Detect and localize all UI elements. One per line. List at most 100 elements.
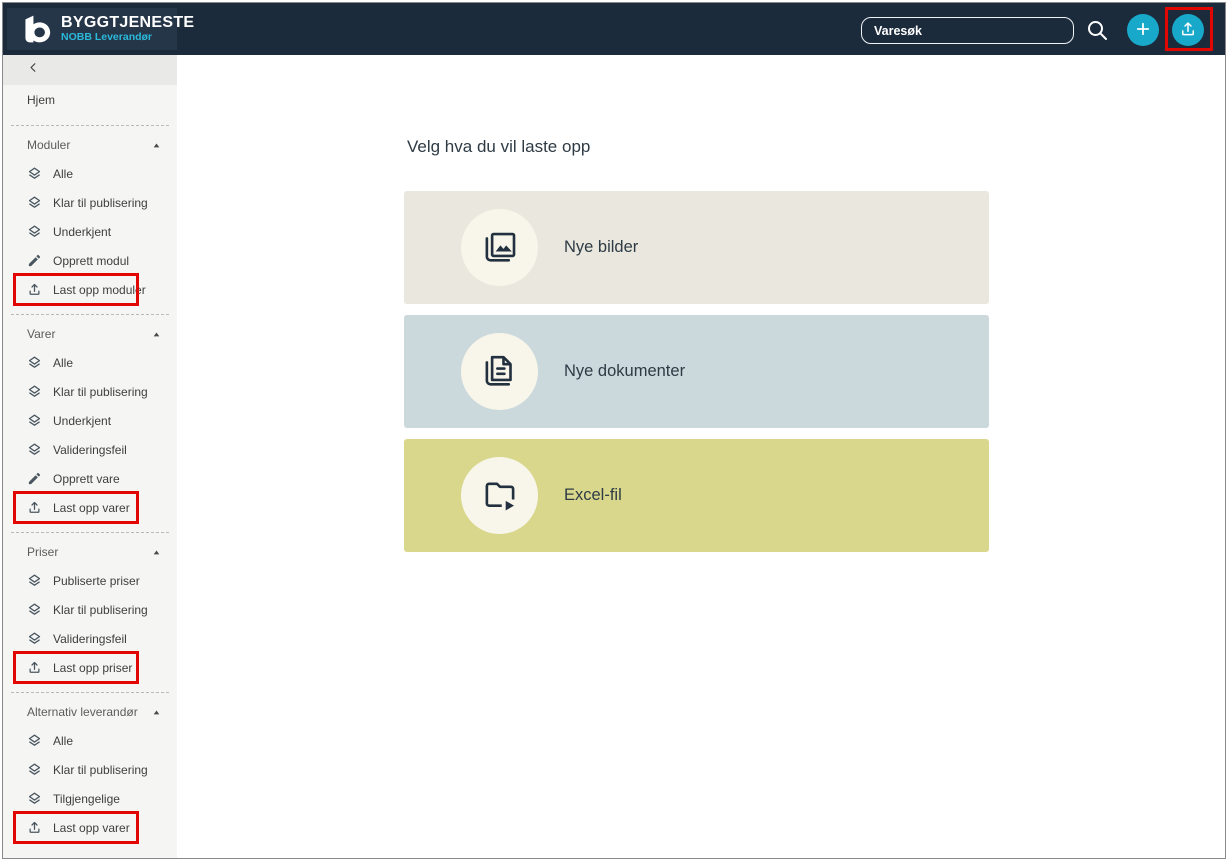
app-window: BYGGTJENESTE NOBB Leverandør [2,2,1226,859]
sidebar-divider [11,314,169,315]
sidebar-collapse-button[interactable] [3,55,177,85]
sidebar-item-publiserte-priser[interactable]: Publiserte priser [3,566,177,595]
upload-icon [27,820,42,835]
sidebar-item-label: Valideringsfeil [53,632,127,646]
sidebar-item-valideringsfeil[interactable]: Valideringsfeil [3,624,177,653]
sidebar-item-label: Alle [53,167,73,181]
sidebar-item-label: Opprett vare [53,472,120,486]
section-label: Varer [27,327,55,341]
sidebar-section-varer[interactable]: Varer [3,320,177,348]
byggtjeneste-logo-icon [21,13,53,45]
layers-icon [27,195,42,210]
page-title: Velg hva du vil laste opp [407,137,590,157]
pencil-icon [27,471,42,486]
upload-button[interactable] [1172,14,1204,46]
sidebar-item-valideringsfeil[interactable]: Valideringsfeil [3,435,177,464]
upload-card-nye-bilder[interactable]: Nye bilder [404,191,989,304]
triangle-up-icon [152,330,161,339]
sidebar-item-alle[interactable]: Alle [3,726,177,755]
sidebar-item-klar-til-publisering[interactable]: Klar til publisering [3,188,177,217]
sidebar-item-last-opp-varer[interactable]: Last opp varer [3,493,177,522]
upload-icon [27,500,42,515]
search-input[interactable] [861,17,1074,44]
layers-icon [27,224,42,239]
sidebar-item-last-opp-moduler[interactable]: Last opp moduler [3,275,177,304]
sidebar-item-label: Alle [53,356,73,370]
sidebar-divider [11,692,169,693]
sidebar-item-alle[interactable]: Alle [3,159,177,188]
section-label: Moduler [27,138,70,152]
sidebar-item-label: Klar til publisering [53,196,148,210]
sidebar-item-hjem[interactable]: Hjem [3,85,177,115]
triangle-up-icon [152,708,161,717]
card-icon-circle [461,457,538,534]
card-icon-circle [461,333,538,410]
sidebar-item-opprett-vare[interactable]: Opprett vare [3,464,177,493]
sidebar-item-label: Alle [53,734,73,748]
sidebar-divider [11,125,169,126]
layers-icon [27,166,42,181]
sidebar-item-label: Opprett modul [53,254,129,268]
layers-icon [27,442,42,457]
sidebar-item-klar-til-publisering[interactable]: Klar til publisering [3,595,177,624]
layers-icon [27,602,42,617]
upload-card-excel-fil[interactable]: Excel-fil [404,439,989,552]
sidebar-item-last-opp-varer[interactable]: Last opp varer [3,813,177,842]
upload-icon [27,660,42,675]
layers-icon [27,631,42,646]
layers-icon [27,355,42,370]
sidebar-item-label: Underkjent [53,414,111,428]
sidebar-section-moduler[interactable]: Moduler [3,131,177,159]
sidebar-item-label: Last opp moduler [53,283,146,297]
layers-icon [27,733,42,748]
triangle-up-icon [152,141,161,150]
layers-icon [27,791,42,806]
main-content: Velg hva du vil laste opp Nye bilder Nye … [177,55,1225,858]
pencil-icon [27,253,42,268]
sidebar-item-label: Last opp varer [53,821,130,835]
sidebar: Hjem Moduler Alle Klar til publisering Unde… [3,55,177,858]
card-icon-circle [461,209,538,286]
add-button[interactable] [1127,14,1159,46]
sidebar-item-klar-til-publisering[interactable]: Klar til publisering [3,755,177,784]
upload-card-nye-dokumenter[interactable]: Nye dokumenter [404,315,989,428]
sidebar-item-label: Publiserte priser [53,574,140,588]
images-icon [479,227,521,269]
app-logo[interactable]: BYGGTJENESTE NOBB Leverandør [7,8,177,50]
sidebar-item-last-opp-priser[interactable]: Last opp priser [3,653,177,682]
app-header: BYGGTJENESTE NOBB Leverandør [3,3,1225,55]
sidebar-item-label: Valideringsfeil [53,443,127,457]
sidebar-item-label: Klar til publisering [53,385,148,399]
plus-icon [1134,20,1152,41]
chevron-left-icon [27,61,40,79]
layers-icon [27,384,42,399]
sidebar-item-klar-til-publisering[interactable]: Klar til publisering [3,377,177,406]
card-label: Nye bilder [564,238,638,257]
sidebar-item-opprett-modul[interactable]: Opprett modul [3,246,177,275]
card-label: Nye dokumenter [564,362,685,381]
sidebar-item-alle[interactable]: Alle [3,348,177,377]
logo-title: BYGGTJENESTE [61,15,194,32]
sidebar-item-tilgjengelige[interactable]: Tilgjengelige [3,784,177,813]
triangle-up-icon [152,548,161,557]
upload-tray-icon [1179,20,1197,41]
excel-folder-icon [479,475,521,517]
sidebar-item-label: Hjem [27,93,55,107]
sidebar-item-label: Klar til publisering [53,603,148,617]
section-label: Priser [27,545,58,559]
search-icon[interactable] [1085,18,1109,42]
search-field-wrap [861,17,1074,44]
sidebar-item-underkjent[interactable]: Underkjent [3,217,177,246]
sidebar-item-label: Underkjent [53,225,111,239]
sidebar-item-label: Klar til publisering [53,763,148,777]
upload-icon [27,282,42,297]
documents-icon [479,351,521,393]
sidebar-item-label: Last opp varer [53,501,130,515]
sidebar-item-label: Tilgjengelige [53,792,120,806]
sidebar-sections: Moduler Alle Klar til publisering Underkjen… [3,125,177,842]
sidebar-section-priser[interactable]: Priser [3,538,177,566]
section-label: Alternativ leverandør [27,705,138,719]
sidebar-divider [11,532,169,533]
sidebar-section-alternativ-leverand-r[interactable]: Alternativ leverandør [3,698,177,726]
sidebar-item-underkjent[interactable]: Underkjent [3,406,177,435]
